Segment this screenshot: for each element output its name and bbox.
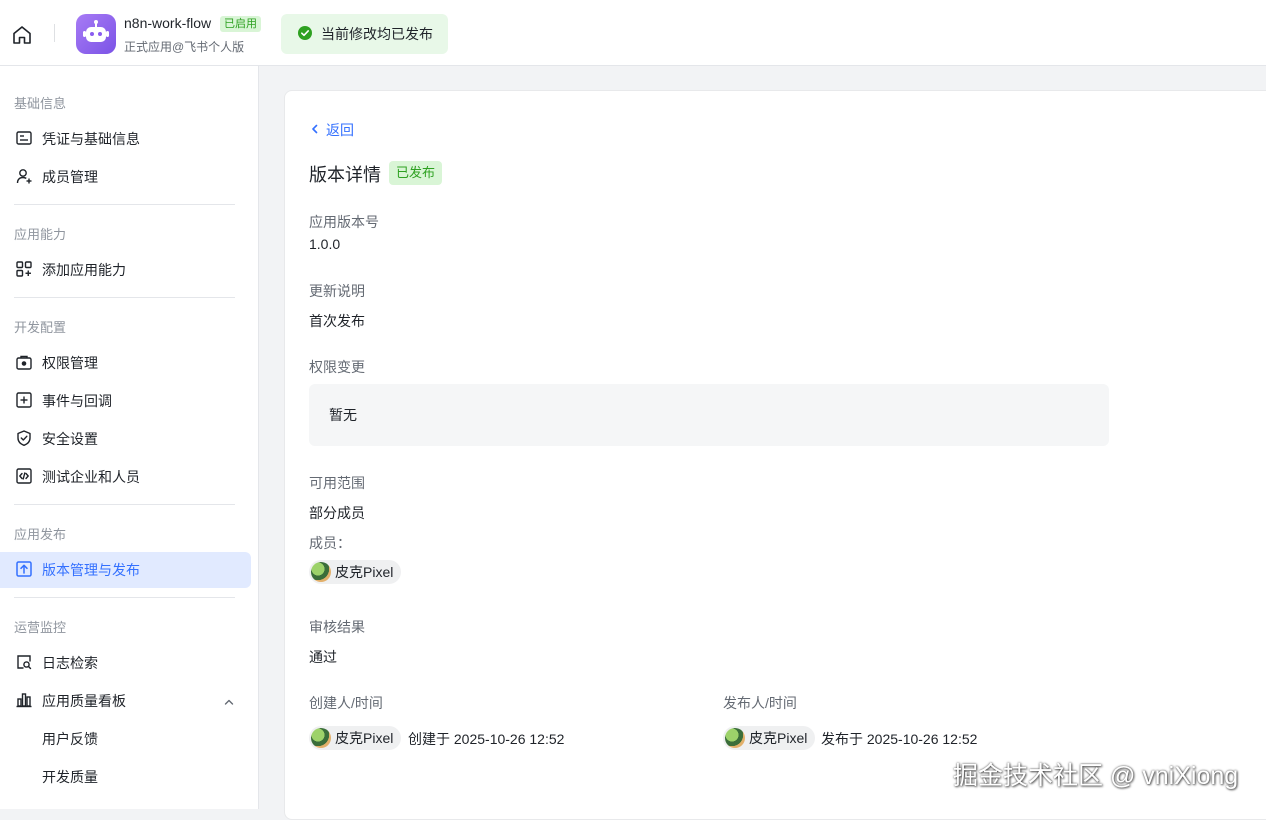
publisher-chip[interactable]: 皮克Pixel [723, 726, 816, 750]
status-badge: 已发布 [389, 161, 443, 185]
code-icon [15, 467, 33, 488]
sidebar-item-label: 测试企业和人员 [42, 469, 140, 485]
publish-status-text: 当前修改均已发布 [321, 26, 433, 42]
watermark: 掘金技术社区 @ vniXiong [953, 762, 1239, 790]
sidebar-item-label: 凭证与基础信息 [42, 131, 140, 147]
version-value: 1.0.0 [309, 236, 341, 252]
sidebar-item-members[interactable]: 成员管理 [0, 159, 251, 195]
sidebar-item-add-capability[interactable]: 添加应用能力 [0, 252, 251, 288]
sidebar-item-security[interactable]: 安全设置 [0, 421, 251, 457]
review-label: 审核结果 [309, 619, 365, 635]
version-label: 应用版本号 [309, 214, 379, 230]
avatar [311, 562, 331, 582]
upload-icon [15, 560, 33, 581]
back-link[interactable]: 返回 [309, 120, 354, 140]
published-time: 发布于 2025-10-26 12:52 [821, 731, 978, 747]
group-title-basic: 基础信息 [14, 96, 67, 111]
sidebar: 基础信息 凭证与基础信息 成员管理 应用能力 添加应用能力 开发配置 权限管理 … [0, 66, 259, 809]
sidebar-divider [14, 504, 235, 505]
sidebar-item-permissions[interactable]: 权限管理 [0, 345, 251, 381]
version-detail-card: 返回 版本详情 已发布 应用版本号 1.0.0 更新说明 首次发布 权限变更 暂… [284, 90, 1266, 820]
check-circle-icon [297, 25, 313, 44]
header-divider [54, 24, 55, 42]
member-name: 皮克Pixel [335, 564, 394, 580]
sidebar-item-label: 添加应用能力 [42, 262, 126, 278]
scope-label: 可用范围 [309, 475, 365, 491]
permission-box: 暂无 [309, 384, 1109, 446]
sidebar-item-credentials[interactable]: 凭证与基础信息 [0, 121, 251, 157]
publisher-name: 皮克Pixel [749, 730, 808, 746]
group-title-release: 应用发布 [14, 527, 67, 542]
sidebar-item-quality-board[interactable]: 应用质量看板 [0, 683, 251, 719]
enabled-badge: 已启用 [220, 16, 261, 32]
sidebar-item-label: 用户反馈 [42, 731, 98, 747]
page-title: 版本详情 [309, 165, 381, 185]
creator-name: 皮克Pixel [335, 730, 394, 746]
sidebar-divider [14, 297, 235, 298]
sidebar-item-label: 应用质量看板 [42, 693, 126, 709]
app-name: n8n-work-flow [124, 15, 212, 31]
apps-add-icon [15, 260, 33, 281]
sidebar-item-dev-quality[interactable]: 开发质量 [0, 759, 251, 795]
user-add-icon [15, 167, 33, 188]
sidebar-item-user-feedback[interactable]: 用户反馈 [0, 721, 251, 757]
avatar [311, 728, 331, 748]
chevron-up-icon[interactable] [223, 695, 235, 711]
credential-icon [15, 129, 33, 150]
sidebar-item-version-release[interactable]: 版本管理与发布 [0, 552, 251, 588]
log-search-icon [15, 653, 33, 674]
back-link-label: 返回 [326, 122, 354, 138]
bar-chart-icon [15, 691, 33, 712]
scope-value: 部分成员 [309, 505, 365, 521]
group-title-monitoring: 运营监控 [14, 620, 67, 635]
sidebar-item-label: 日志检索 [42, 655, 98, 671]
sidebar-item-label: 成员管理 [42, 169, 98, 185]
notes-value: 首次发布 [309, 313, 365, 329]
permission-value: 暂无 [329, 407, 357, 423]
sidebar-divider [14, 204, 235, 205]
home-icon[interactable] [10, 23, 34, 47]
permission-label: 权限变更 [309, 359, 365, 375]
sidebar-item-label: 事件与回调 [42, 393, 112, 409]
avatar [725, 728, 745, 748]
sidebar-item-events[interactable]: 事件与回调 [0, 383, 251, 419]
group-title-capabilities: 应用能力 [14, 227, 67, 242]
app-robot-icon [76, 14, 116, 54]
chevron-left-icon [309, 122, 321, 138]
permission-icon [15, 353, 33, 374]
event-icon [15, 391, 33, 412]
review-value: 通过 [309, 649, 337, 665]
members-label: 成员： [309, 535, 351, 551]
member-chip[interactable]: 皮克Pixel [309, 560, 402, 584]
shield-icon [15, 429, 33, 450]
creator-chip[interactable]: 皮克Pixel [309, 726, 402, 750]
created-time: 创建于 2025-10-26 12:52 [408, 731, 565, 747]
sidebar-item-label: 权限管理 [42, 355, 98, 371]
publisher-label: 发布人/时间 [723, 695, 797, 711]
sidebar-item-label: 安全设置 [42, 431, 98, 447]
sidebar-item-test-org[interactable]: 测试企业和人员 [0, 459, 251, 495]
sidebar-item-log-search[interactable]: 日志检索 [0, 645, 251, 681]
top-header: n8n-work-flow 已启用 正式应用@飞书个人版 当前修改均已发布 [0, 0, 1266, 66]
sidebar-item-label: 版本管理与发布 [42, 562, 140, 578]
publish-status-banner: 当前修改均已发布 [281, 14, 448, 54]
sidebar-item-label: 开发质量 [42, 769, 98, 785]
notes-label: 更新说明 [309, 283, 365, 299]
sidebar-divider [14, 597, 235, 598]
creator-label: 创建人/时间 [309, 695, 383, 711]
group-title-dev-config: 开发配置 [14, 320, 67, 335]
app-subtitle: 正式应用@飞书个人版 [124, 40, 245, 54]
